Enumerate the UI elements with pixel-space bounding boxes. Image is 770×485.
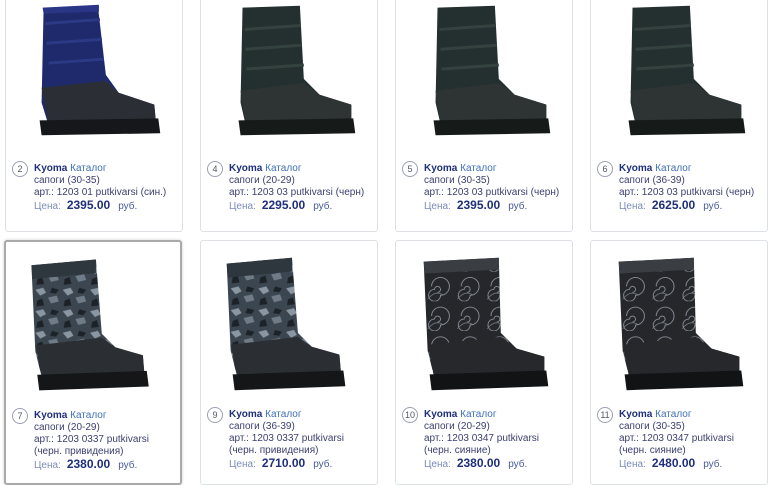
product-card[interactable]: 11 Kyoma Каталог сапоги (30-35) арт.: 12… — [590, 240, 768, 485]
brand-link[interactable]: Kyoma — [34, 410, 67, 421]
catalog-link[interactable]: Каталог — [265, 409, 301, 420]
price-label: Цена: — [619, 201, 646, 212]
boot-image — [628, 5, 746, 136]
brand-link[interactable]: Kyoma — [229, 409, 262, 420]
price-label: Цена: — [424, 201, 451, 212]
product-image[interactable] — [396, 241, 572, 401]
product-number: 11 — [597, 407, 613, 423]
product-image[interactable] — [591, 241, 767, 401]
product-type: сапоги (20-29) — [424, 421, 490, 432]
product-number: 6 — [597, 161, 613, 177]
product-article: арт.: 1203 0347 putkivarsi — [424, 433, 539, 444]
catalog-link[interactable]: Каталог — [655, 409, 691, 420]
brand-link[interactable]: Kyoma — [424, 163, 457, 174]
currency: руб. — [118, 201, 138, 212]
product-card[interactable]: 10 Kyoma Каталог сапоги (20-29) арт.: 12… — [395, 240, 573, 485]
product-article: арт.: 1203 0337 putkivarsi — [229, 433, 344, 444]
product-type: сапоги (20-29) — [34, 422, 100, 433]
currency: руб. — [508, 201, 528, 212]
currency: руб. — [703, 459, 723, 470]
brand-link[interactable]: Kyoma — [34, 163, 67, 174]
brand-link[interactable]: Kyoma — [424, 409, 457, 420]
price-label: Цена: — [229, 201, 256, 212]
boot-image — [226, 257, 346, 391]
brand-link[interactable]: Kyoma — [229, 163, 262, 174]
price-value: 2395.00 — [456, 198, 501, 212]
product-image[interactable] — [396, 0, 572, 143]
currency: руб. — [313, 201, 333, 212]
currency: руб. — [703, 201, 723, 212]
product-type: сапоги (30-35) — [619, 421, 685, 432]
product-number: 4 — [207, 161, 223, 177]
price-label: Цена: — [34, 460, 61, 471]
catalog-link[interactable]: Каталог — [655, 163, 691, 174]
product-card[interactable]: 5 Kyoma Каталог сапоги (30-35) арт.: 120… — [395, 0, 573, 232]
boot-image — [433, 5, 551, 136]
product-type: сапоги (36-39) — [619, 175, 685, 186]
product-type: сапоги (30-35) — [34, 175, 100, 186]
price-label: Цена: — [229, 459, 256, 470]
product-type: сапоги (36-39) — [229, 421, 295, 432]
price-label: Цена: — [619, 459, 646, 470]
product-card[interactable]: 9 Kyoma Каталог сапоги (36-39) арт.: 120… — [200, 240, 378, 485]
catalog-link[interactable]: Каталог — [460, 163, 496, 174]
currency: руб. — [118, 460, 138, 471]
boot-image — [39, 4, 161, 136]
price-value: 2710.00 — [261, 456, 306, 470]
product-number: 9 — [207, 407, 223, 423]
currency: руб. — [508, 459, 528, 470]
price-label: Цена: — [424, 459, 451, 470]
product-image[interactable] — [201, 0, 377, 143]
boot-image — [238, 5, 356, 136]
price-value: 2295.00 — [261, 198, 306, 212]
price-value: 2380.00 — [66, 457, 111, 471]
product-article: арт.: 1203 0347 putkivarsi — [619, 433, 734, 444]
product-card-selected[interactable]: 7 Kyoma Каталог сапоги (20-29) арт.: 120… — [4, 240, 182, 485]
price-value: 2380.00 — [456, 456, 501, 470]
product-number: 2 — [12, 161, 28, 177]
catalog-link[interactable]: Каталог — [70, 410, 106, 421]
product-image[interactable] — [6, 242, 180, 402]
product-type: сапоги (20-29) — [229, 175, 295, 186]
product-card[interactable]: 4 Kyoma Каталог сапоги (20-29) арт.: 120… — [200, 0, 378, 232]
product-number: 5 — [402, 161, 418, 177]
catalog-link[interactable]: Каталог — [70, 163, 106, 174]
product-card[interactable]: 2 Kyoma Каталог сапоги (30-35) арт.: 120… — [5, 0, 183, 232]
currency: руб. — [313, 459, 333, 470]
product-type: сапоги (30-35) — [424, 175, 490, 186]
product-image[interactable] — [201, 241, 377, 401]
brand-link[interactable]: Kyoma — [619, 163, 652, 174]
boot-image — [31, 259, 149, 391]
catalog-link[interactable]: Каталог — [265, 163, 301, 174]
product-article: арт.: 1203 0337 putkivarsi — [34, 434, 149, 445]
product-card[interactable]: 6 Kyoma Каталог сапоги (36-39) арт.: 120… — [590, 0, 768, 232]
boot-image — [618, 257, 744, 391]
product-image[interactable] — [591, 0, 767, 143]
boot-image — [423, 257, 549, 391]
price-label: Цена: — [34, 201, 61, 212]
price-value: 2395.00 — [66, 198, 111, 212]
product-number: 10 — [402, 407, 418, 423]
price-value: 2480.00 — [651, 456, 696, 470]
price-value: 2625.00 — [651, 198, 696, 212]
catalog-link[interactable]: Каталог — [460, 409, 496, 420]
product-image[interactable] — [6, 0, 182, 143]
brand-link[interactable]: Kyoma — [619, 409, 652, 420]
product-number: 7 — [12, 408, 28, 424]
